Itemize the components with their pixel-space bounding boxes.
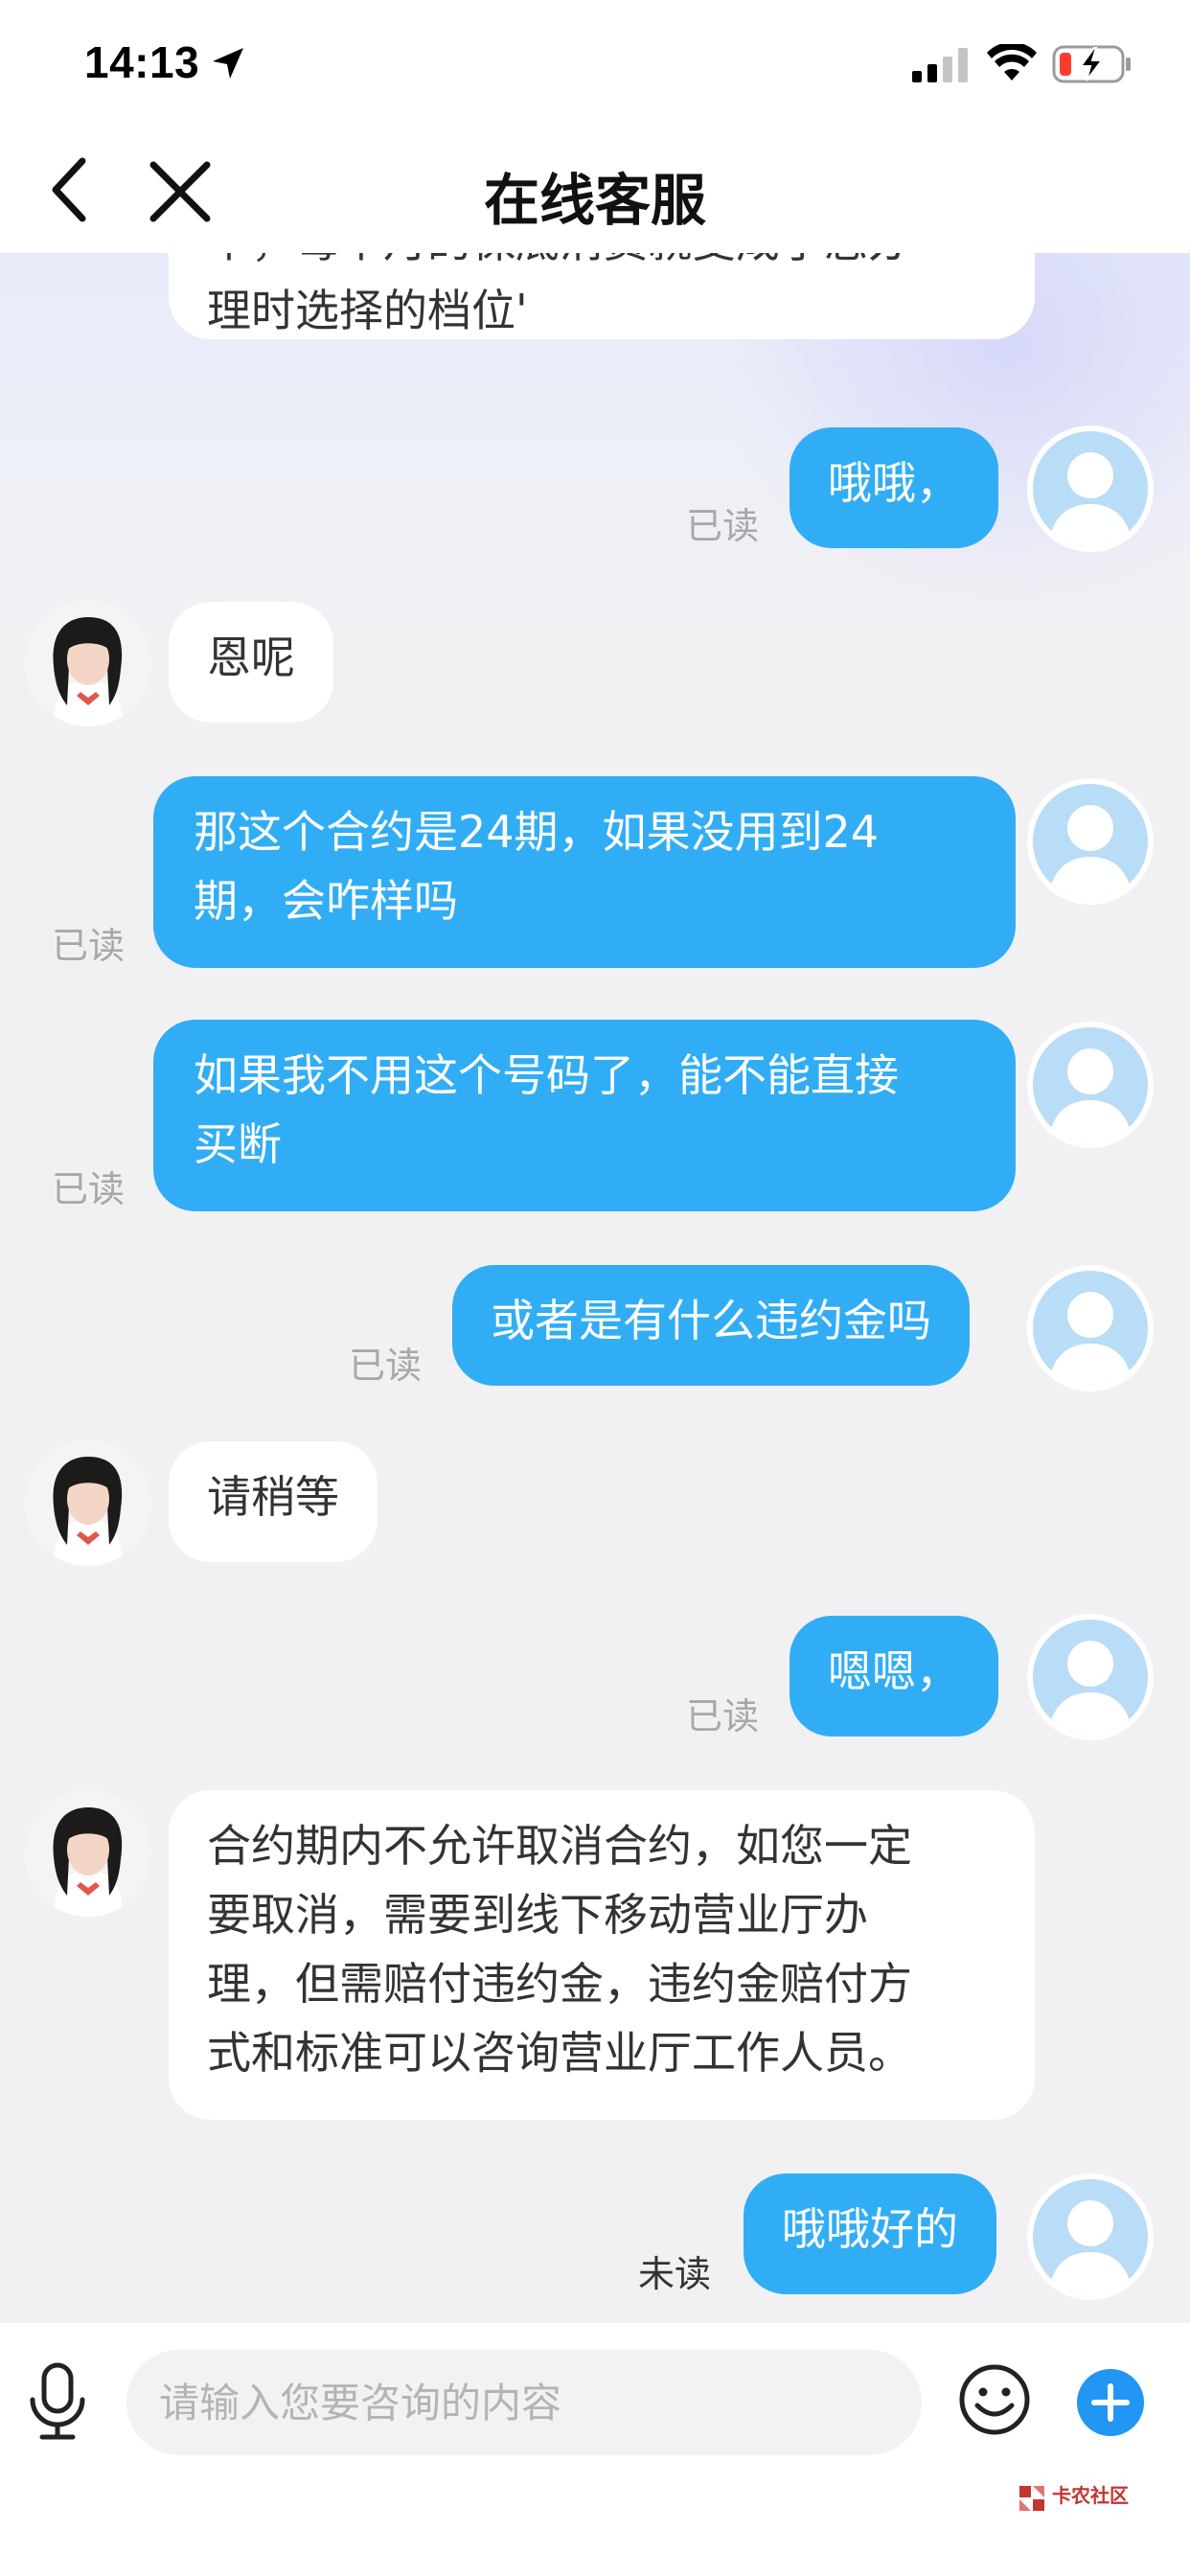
agent-avatar: [25, 1790, 151, 1917]
agent-message-bubble: 请稍等: [169, 1441, 378, 1562]
message-line: 合约期内不允许取消合约，如您一定: [207, 1820, 912, 1872]
agent-avatar-icon: [25, 1439, 151, 1566]
plus-icon[interactable]: [1077, 2369, 1144, 2436]
message-line: 请稍等: [207, 1471, 339, 1523]
message-line: 理，但需赔付违约金，违约金赔付方: [207, 1958, 912, 2010]
user-message-bubble: 嗯嗯，: [790, 1616, 998, 1736]
user-message-bubble: 哦哦好的: [744, 2174, 996, 2294]
read-status: 已读: [686, 1695, 760, 1737]
watermark-text: 卡农社区: [1052, 2484, 1129, 2507]
agent-avatar-icon: [25, 1790, 151, 1917]
cellular-signal-icon: [912, 48, 968, 82]
agent-avatar: [25, 600, 151, 726]
user-avatar-icon: [1048, 2200, 1133, 2294]
agent-avatar-icon: [25, 600, 151, 726]
microphone-icon[interactable]: [27, 2361, 88, 2442]
user-avatar-icon: [1048, 805, 1133, 899]
user-message-bubble: 或者是有什么违约金吗: [452, 1265, 970, 1386]
emoji-icon[interactable]: [958, 2363, 1031, 2436]
watermark: 卡农社区: [1016, 2480, 1140, 2518]
agent-message-bubble: 合约期内不允许取消合约，如您一定 要取消，需要到线下移动营业厅办 理，但需赔付违…: [169, 1790, 1035, 2120]
unread-status: 未读: [638, 2253, 712, 2295]
message-line: 买断: [194, 1118, 282, 1170]
chat-message-list[interactable]: 个，每个月的保底消费就变成了您办 理时选择的档位' 已读 哦哦， 恩呢 已读 那…: [0, 253, 1190, 2323]
agent-avatar: [25, 1439, 151, 1566]
location-arrow-icon: [213, 48, 243, 79]
message-line: 恩呢: [207, 632, 295, 683]
status-time: 14:13: [84, 37, 200, 87]
user-message-bubble: 那这个合约是24期，如果没用到24 期，会咋样吗: [153, 776, 1016, 968]
user-avatar: [1027, 2174, 1154, 2300]
message-line: 嗯嗯，: [828, 1645, 960, 1697]
message-line: 个，每个月的保底消费就变成了您办: [207, 253, 996, 276]
user-avatar: [1027, 1022, 1154, 1148]
message-line: 理时选择的档位': [207, 285, 528, 336]
user-message-bubble: 哦哦，: [790, 427, 998, 548]
agent-message-bubble: 个，每个月的保底消费就变成了您办 理时选择的档位': [169, 253, 1035, 339]
read-status: 已读: [686, 505, 760, 547]
message-line: 哦哦好的: [782, 2203, 958, 2255]
message-input[interactable]: [126, 2350, 922, 2455]
message-input-bar: 卡农社区: [0, 2323, 1190, 2576]
message-line: 如果我不用这个号码了，能不能直接: [194, 1049, 899, 1101]
user-avatar-icon: [1048, 1292, 1133, 1386]
read-status: 已读: [349, 1345, 423, 1387]
user-message-bubble: 如果我不用这个号码了，能不能直接 买断: [153, 1020, 1016, 1211]
user-avatar-icon: [1048, 1641, 1133, 1735]
agent-message-bubble: 恩呢: [169, 602, 333, 723]
user-avatar: [1027, 1614, 1154, 1740]
navigation-bar: 在线客服: [0, 126, 1190, 253]
message-line: 式和标准可以咨询营业厅工作人员。: [207, 2027, 912, 2079]
message-line: 期，会咋样吗: [194, 875, 458, 927]
message-line: 哦哦，: [828, 457, 960, 509]
message-line: 那这个合约是24期，如果没用到24: [194, 806, 880, 858]
wifi-icon: [987, 44, 1037, 80]
message-line: 或者是有什么违约金吗: [491, 1295, 931, 1346]
message-line: 要取消，需要到线下移动营业厅办: [207, 1889, 868, 1941]
read-status: 已读: [52, 925, 126, 967]
status-bar: 14:13: [0, 0, 1190, 126]
user-avatar: [1027, 778, 1154, 905]
page-title: 在线客服: [483, 168, 706, 233]
user-avatar: [1027, 426, 1154, 552]
user-avatar-icon: [1048, 1048, 1133, 1142]
read-status: 已读: [52, 1168, 126, 1210]
user-avatar-icon: [1048, 452, 1133, 546]
user-avatar: [1027, 1265, 1154, 1392]
battery-charging-icon: [1052, 45, 1131, 83]
watermark-logo-icon: [1019, 2486, 1044, 2511]
